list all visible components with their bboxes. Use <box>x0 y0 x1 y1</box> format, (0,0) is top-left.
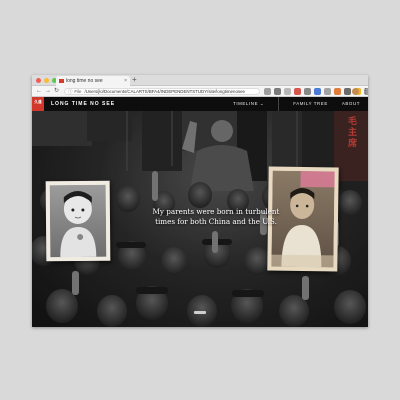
url-scheme-label: File <box>74 89 82 94</box>
tab-title: long time no see <box>66 78 103 84</box>
tab-close-icon[interactable]: × <box>124 76 127 86</box>
extension-icon[interactable] <box>284 88 291 95</box>
address-bar[interactable]: ⓘ File/Users/jlo/Documents/CALARTS/BFA4/I… <box>64 88 260 95</box>
extension-icon[interactable] <box>334 88 341 95</box>
extension-icon[interactable] <box>314 88 321 95</box>
nav-divider <box>278 97 280 111</box>
banner-text: 毛主席 <box>348 117 358 149</box>
extension-icon[interactable] <box>294 88 301 95</box>
extension-icon[interactable] <box>264 88 271 95</box>
extension-icon[interactable] <box>344 88 351 95</box>
nav-family-tree[interactable]: FAMILY TREE <box>293 97 328 111</box>
baby-portrait-image <box>49 184 107 258</box>
site-nav-links: TIMELINE ⌄ FAMILY TREE ABOUT <box>219 97 360 111</box>
browser-toolbar: ← → ↻ ⓘ File/Users/jlo/Documents/CALARTS/… <box>32 86 368 97</box>
site-brand[interactable]: LONG TIME NO SEE <box>51 97 115 111</box>
browser-tab[interactable]: long time no see × <box>56 76 130 86</box>
back-arrow-icon[interactable]: ← <box>36 86 42 97</box>
scroll-indicator[interactable] <box>194 311 206 314</box>
hero-caption-line-2: times for both China and the U.S. <box>155 217 277 226</box>
baby-photo <box>45 180 111 262</box>
close-window-dot[interactable] <box>36 78 41 83</box>
profile-avatar[interactable] <box>352 88 359 95</box>
window-controls <box>36 78 57 83</box>
nav-timeline[interactable]: TIMELINE ⌄ <box>233 97 264 111</box>
forward-arrow-icon[interactable]: → <box>45 86 51 97</box>
minimize-window-dot[interactable] <box>44 78 49 83</box>
site-logo[interactable]: 久違 <box>32 97 44 111</box>
url-text: /Users/jlo/Documents/CALARTS/BFA4/INDEPE… <box>84 89 245 94</box>
extension-icon[interactable] <box>304 88 311 95</box>
site-header: 久違 LONG TIME NO SEE TIMELINE ⌄ FAMILY TR… <box>32 97 368 111</box>
extension-icon[interactable] <box>274 88 281 95</box>
browser-menu-icon[interactable]: ⋮ <box>362 86 368 97</box>
browser-window: long time no see × + ← → ↻ ⓘ File/Users/j… <box>32 75 368 327</box>
info-icon: ⓘ <box>68 89 73 94</box>
tab-bar: long time no see × + <box>32 75 368 86</box>
extension-icon[interactable] <box>324 88 331 95</box>
reload-icon[interactable]: ↻ <box>54 86 59 97</box>
red-banner: 毛主席 <box>334 111 368 181</box>
nav-about[interactable]: ABOUT <box>342 97 360 111</box>
new-tab-button[interactable]: + <box>132 75 137 85</box>
favicon-icon <box>59 79 64 83</box>
hero-caption: My parents were born in turbulent times … <box>136 207 296 227</box>
hero-section: 毛主席 My parents were born in turbulent ti… <box>32 111 368 327</box>
hero-caption-line-1: My parents were born in turbulent <box>152 207 280 216</box>
